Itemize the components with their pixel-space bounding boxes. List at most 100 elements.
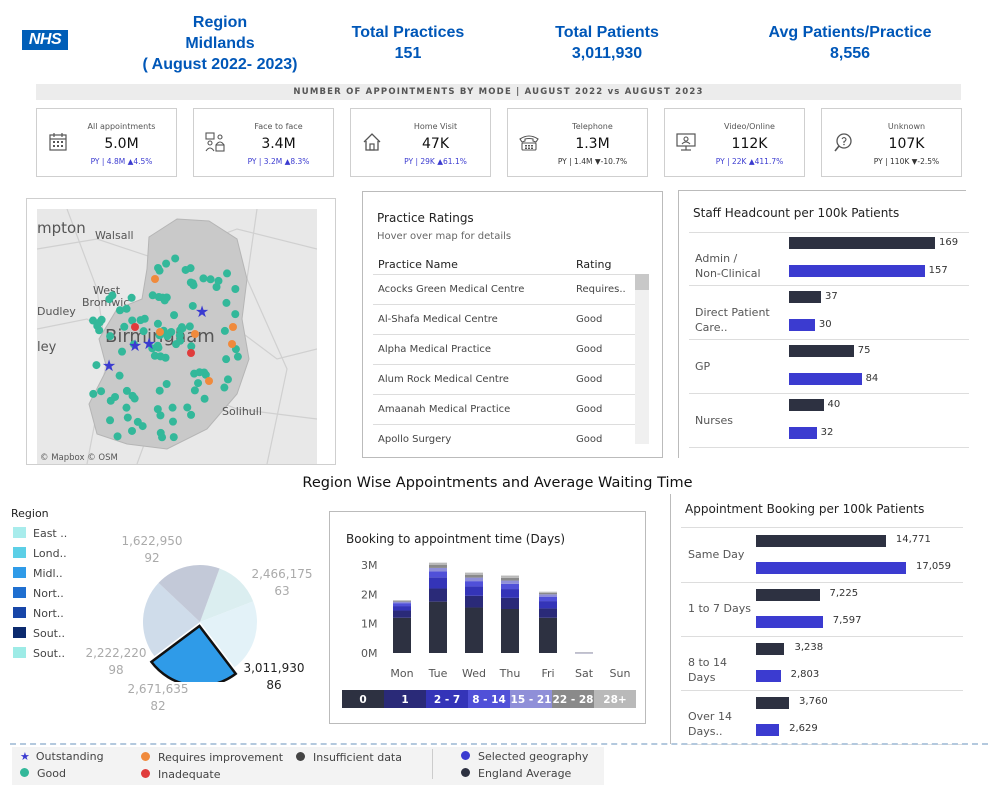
map-marker-good[interactable]	[148, 291, 157, 300]
booking-bar-segment[interactable]	[429, 567, 447, 572]
booking-bar-segment[interactable]	[429, 571, 447, 578]
booking-bar-segment[interactable]	[393, 610, 411, 618]
booking-bar-segment[interactable]	[539, 596, 557, 602]
region-legend-item[interactable]: East ..	[13, 527, 67, 540]
map-marker-good[interactable]	[156, 352, 165, 361]
map-marker-good[interactable]	[177, 323, 186, 332]
legend-selected[interactable]: Selected geography	[461, 750, 588, 763]
booking-bar-segment[interactable]	[429, 565, 447, 568]
booking-bar-segment[interactable]	[465, 574, 483, 578]
booking-bar-segment[interactable]	[501, 583, 519, 590]
map-marker-good[interactable]	[127, 293, 136, 302]
map-marker-good[interactable]	[200, 394, 209, 403]
staff-bar-selected[interactable]	[789, 373, 862, 385]
map-marker-good[interactable]	[222, 298, 231, 307]
booking-bar-segment[interactable]	[501, 609, 519, 653]
booking-bar-segment[interactable]	[501, 577, 519, 581]
map-marker-inadequate[interactable]	[187, 349, 195, 357]
map-marker-good[interactable]	[168, 403, 177, 412]
map-marker-good[interactable]	[122, 386, 131, 395]
card-home-visit[interactable]: Home Visit 47K PY | 29K ▲61.1%	[350, 108, 491, 177]
map-marker-good[interactable]	[206, 275, 215, 284]
booking-bar-segment[interactable]	[429, 562, 447, 565]
map-marker-good[interactable]	[97, 387, 106, 396]
map-marker-good[interactable]	[118, 347, 127, 356]
booking-bar-segment[interactable]	[465, 607, 483, 653]
region-legend-item[interactable]: Lond..	[13, 547, 67, 560]
map-marker-good[interactable]	[212, 283, 221, 292]
map-marker-requires[interactable]	[229, 323, 237, 331]
booking-bar-segment[interactable]	[393, 617, 411, 653]
map-marker-requires[interactable]	[156, 328, 164, 336]
map-canvas[interactable]: mpton Walsall West Bromwic Dudley ley Bi…	[37, 209, 317, 464]
map-marker-good[interactable]	[123, 413, 132, 422]
table-row[interactable]: Alpha Medical Practice Good	[373, 334, 643, 364]
map-marker-good[interactable]	[231, 310, 240, 319]
map-marker-good[interactable]	[156, 411, 165, 420]
map-marker-good[interactable]	[195, 368, 204, 377]
map-marker-good[interactable]	[153, 319, 162, 328]
map-marker-good[interactable]	[231, 284, 240, 293]
booking-bar-segment[interactable]	[465, 581, 483, 587]
booking-bar-segment[interactable]	[393, 606, 411, 611]
map-marker-good[interactable]	[176, 336, 185, 345]
map-marker-good[interactable]	[222, 355, 231, 364]
table-row[interactable]: Al-Shafa Medical Centre Good	[373, 304, 643, 334]
map-marker-requires[interactable]	[205, 377, 213, 385]
staff-bar-selected[interactable]	[789, 319, 815, 331]
booking-bar-segment[interactable]	[429, 577, 447, 589]
booking-bar-segment[interactable]	[539, 601, 557, 609]
booking-bar-segment[interactable]	[429, 601, 447, 653]
map-marker-good[interactable]	[154, 263, 163, 272]
map-marker-good[interactable]	[92, 361, 101, 370]
booking-bar-segment[interactable]	[539, 608, 557, 618]
table-row[interactable]: Apollo Surgery Good	[373, 424, 643, 454]
booking-bar-segment[interactable]	[393, 600, 411, 601]
map-marker-good[interactable]	[93, 321, 102, 330]
legend-outstanding[interactable]: ★ Outstanding	[20, 750, 104, 763]
map-marker-good[interactable]	[115, 306, 124, 315]
staff-bar-selected[interactable]	[789, 265, 925, 277]
map-marker-good[interactable]	[158, 433, 167, 442]
map-marker-good[interactable]	[183, 403, 192, 412]
legend-requires[interactable]: Requires improvement	[141, 751, 283, 764]
map-marker-good[interactable]	[223, 269, 232, 278]
staff-bar-england[interactable]	[789, 345, 854, 357]
map-marker-inadequate[interactable]	[131, 323, 139, 331]
map-marker-good[interactable]	[171, 254, 180, 263]
card-video-online[interactable]: Video/Online 112K PY | 22K ▲411.7%	[664, 108, 805, 177]
table-row[interactable]: Amaanah Medical Practice Good	[373, 394, 643, 424]
map-marker-good[interactable]	[122, 403, 131, 412]
map-marker-good[interactable]	[189, 281, 198, 290]
map-marker-good[interactable]	[128, 426, 137, 435]
map-marker-good[interactable]	[170, 311, 179, 320]
col-rating[interactable]: Rating	[576, 258, 611, 271]
map-marker-good[interactable]	[136, 316, 145, 325]
map-marker-good[interactable]	[168, 417, 177, 426]
scroll-thumb[interactable]	[635, 274, 649, 290]
appt-bar-selected[interactable]	[756, 616, 823, 628]
appt-bar-england[interactable]	[756, 697, 790, 709]
booking-bar-segment[interactable]	[393, 601, 411, 604]
appt-bar-selected[interactable]	[756, 670, 781, 682]
map-marker-good[interactable]	[169, 433, 178, 442]
booking-bar-segment[interactable]	[539, 592, 557, 595]
staff-bar-england[interactable]	[789, 291, 821, 303]
map-marker-good[interactable]	[233, 352, 242, 361]
booking-bar-segment[interactable]	[539, 591, 557, 593]
map-marker-good[interactable]	[133, 417, 142, 426]
table-row[interactable]: Acocks Green Medical Centre Requires..	[373, 274, 643, 304]
booking-bar-segment[interactable]	[429, 588, 447, 602]
map-marker-good[interactable]	[223, 375, 232, 384]
practice-map[interactable]: mpton Walsall West Bromwic Dudley ley Bi…	[37, 209, 317, 464]
booking-bar-segment[interactable]	[465, 595, 483, 608]
map-marker-good[interactable]	[194, 379, 203, 388]
card-face-to-face[interactable]: Face to face 3.4M PY | 3.2M ▲8.3%	[193, 108, 334, 177]
map-marker-good[interactable]	[113, 432, 122, 441]
map-marker-good[interactable]	[190, 386, 199, 395]
map-marker-good[interactable]	[115, 371, 124, 380]
booking-bar-segment[interactable]	[465, 572, 483, 575]
region-legend-item[interactable]: Nort..	[13, 587, 64, 600]
ratings-scrollbar[interactable]	[635, 274, 649, 444]
booking-bar-segment[interactable]	[465, 577, 483, 582]
